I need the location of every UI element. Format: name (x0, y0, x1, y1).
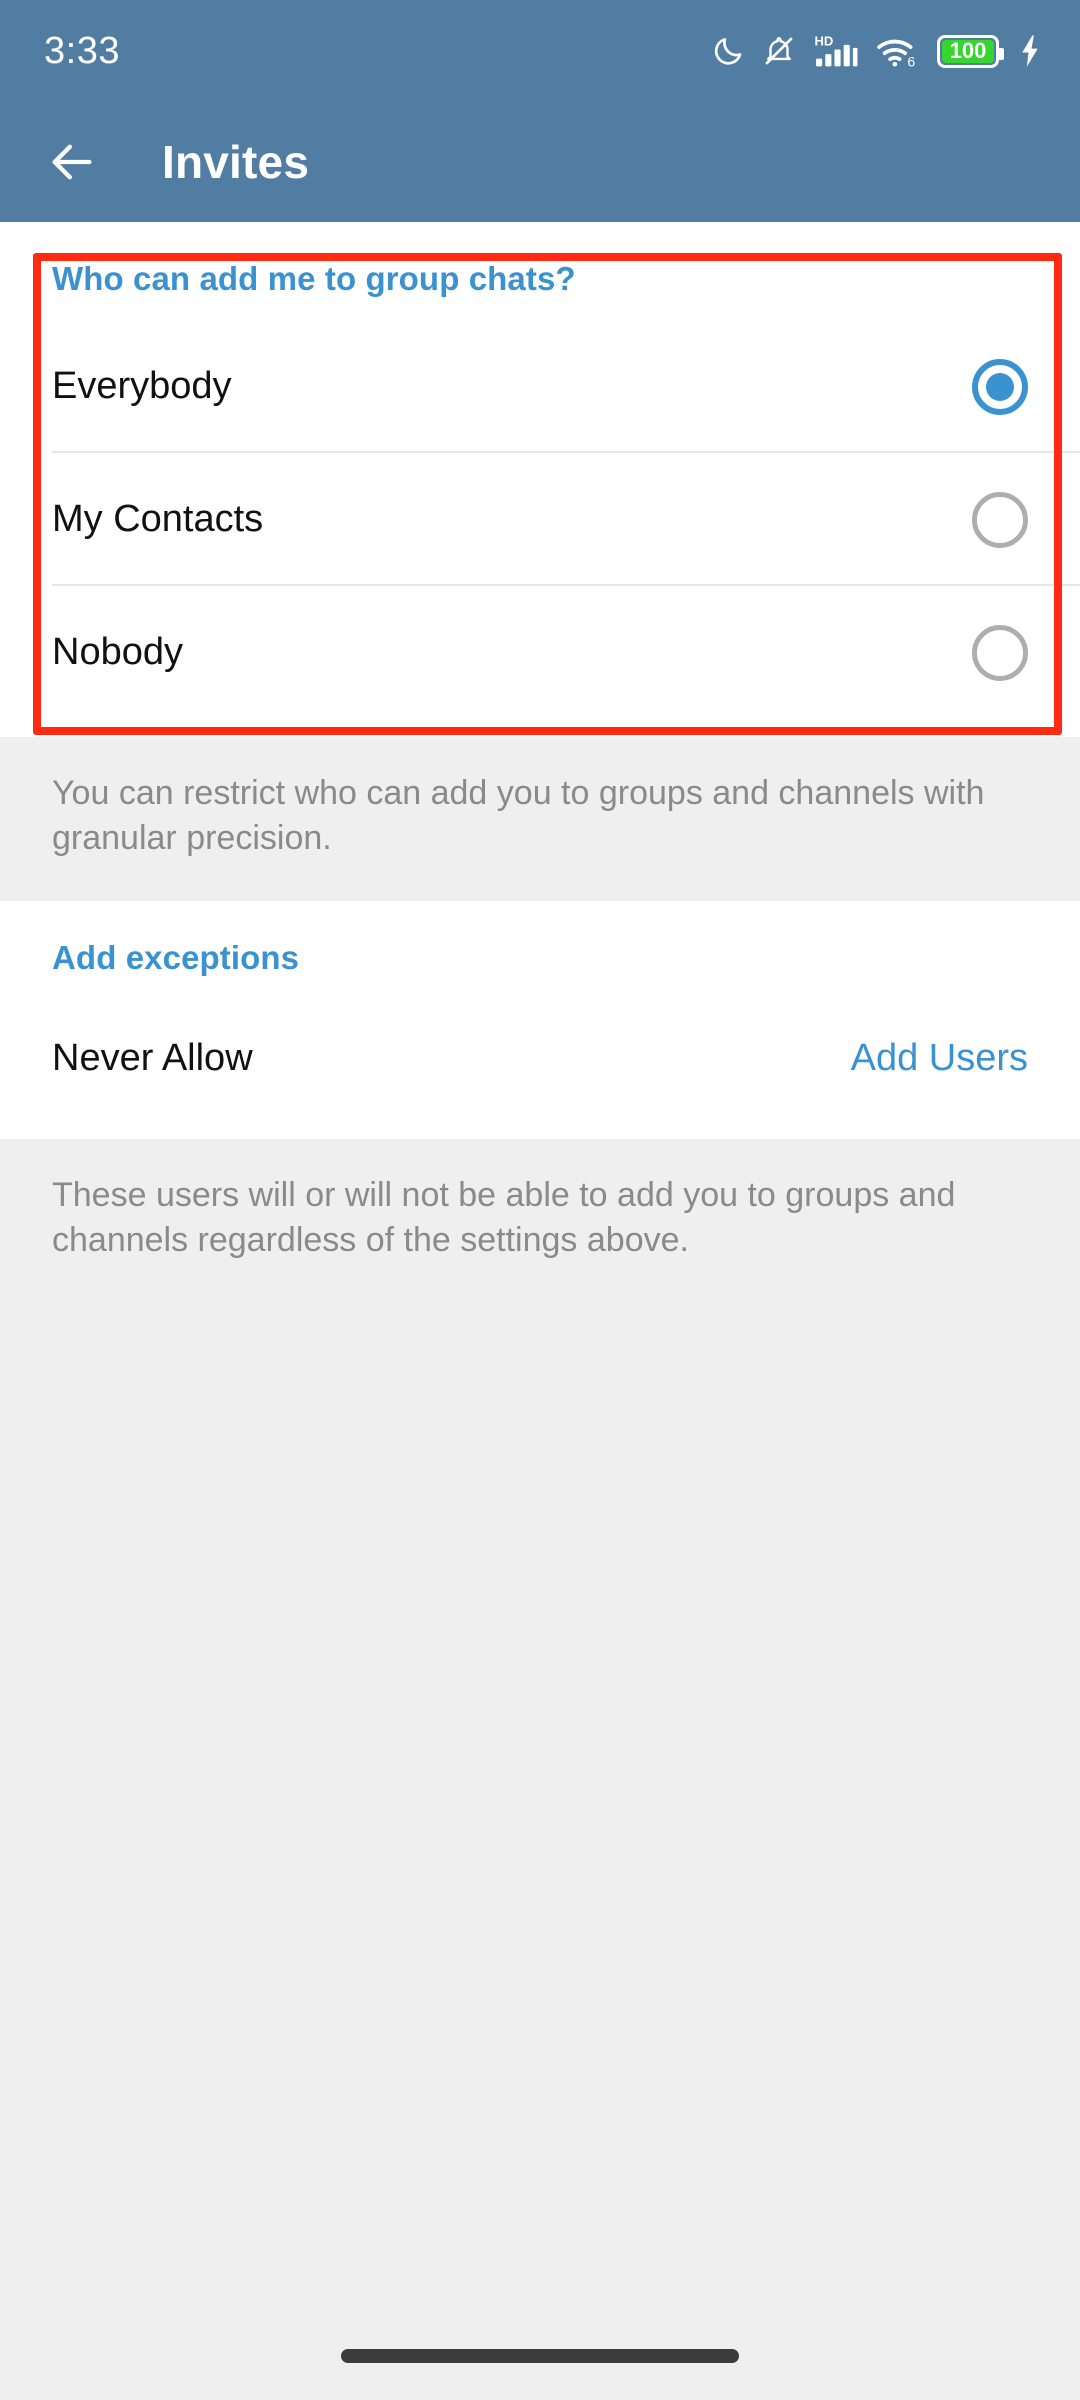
system-navigation-bar (0, 2312, 1080, 2400)
option-label: Nobody (52, 631, 183, 673)
add-users-button[interactable]: Add Users (851, 1037, 1028, 1080)
status-bar: 3:33 HD 6 100 (0, 0, 1080, 102)
group-chats-footnote: You can restrict who can add you to grou… (0, 737, 1080, 901)
radio-nobody[interactable] (972, 624, 1028, 681)
group-chats-section-header: Who can add me to group chats? (52, 260, 576, 297)
arrow-left-icon (52, 144, 92, 180)
group-chats-card: Who can add me to group chats? Everybody… (0, 222, 1080, 737)
do-not-disturb-moon-icon (711, 34, 745, 68)
exceptions-card: Add exceptions Never Allow Add Users (0, 900, 1080, 1139)
exceptions-section-header: Add exceptions (52, 938, 300, 976)
radio-everybody[interactable] (972, 358, 1028, 415)
svg-text:6: 6 (907, 54, 915, 69)
charging-bolt-icon (1016, 34, 1044, 68)
battery-level-label: 100 (949, 38, 987, 63)
exceptions-footnote: These users will or will not be able to … (0, 1138, 1080, 1303)
option-row-my-contacts[interactable]: My Contacts (0, 453, 1080, 586)
exception-row-never-allow[interactable]: Never Allow Add Users (0, 999, 1080, 1119)
option-row-nobody[interactable]: Nobody (0, 586, 1080, 719)
page-title: Invites (162, 136, 310, 188)
option-label: Everybody (52, 365, 232, 407)
hd-signal-icon: HD (813, 32, 859, 70)
phone-screen: 3:33 HD 6 100 Invites Who can add me to … (0, 0, 1080, 2400)
svg-text:HD: HD (815, 34, 834, 49)
option-row-everybody[interactable]: Everybody (0, 320, 1080, 453)
back-button[interactable] (24, 114, 120, 210)
card-bottom-spacer (0, 719, 1080, 737)
battery-icon: 100 (937, 34, 1004, 68)
app-bar: Invites (0, 102, 1080, 222)
home-gesture-pill[interactable] (341, 2349, 739, 2363)
option-label: My Contacts (52, 498, 264, 540)
settings-content: Who can add me to group chats? Everybody… (0, 222, 1080, 2400)
card-bottom-spacer (0, 1118, 1080, 1139)
wifi-6-icon: 6 (876, 33, 920, 69)
notifications-muted-icon (762, 34, 796, 68)
status-icon-tray: HD 6 100 (711, 32, 1044, 70)
radio-my-contacts[interactable] (972, 491, 1028, 548)
exception-row-label: Never Allow (52, 1037, 253, 1080)
status-clock: 3:33 (44, 30, 120, 72)
